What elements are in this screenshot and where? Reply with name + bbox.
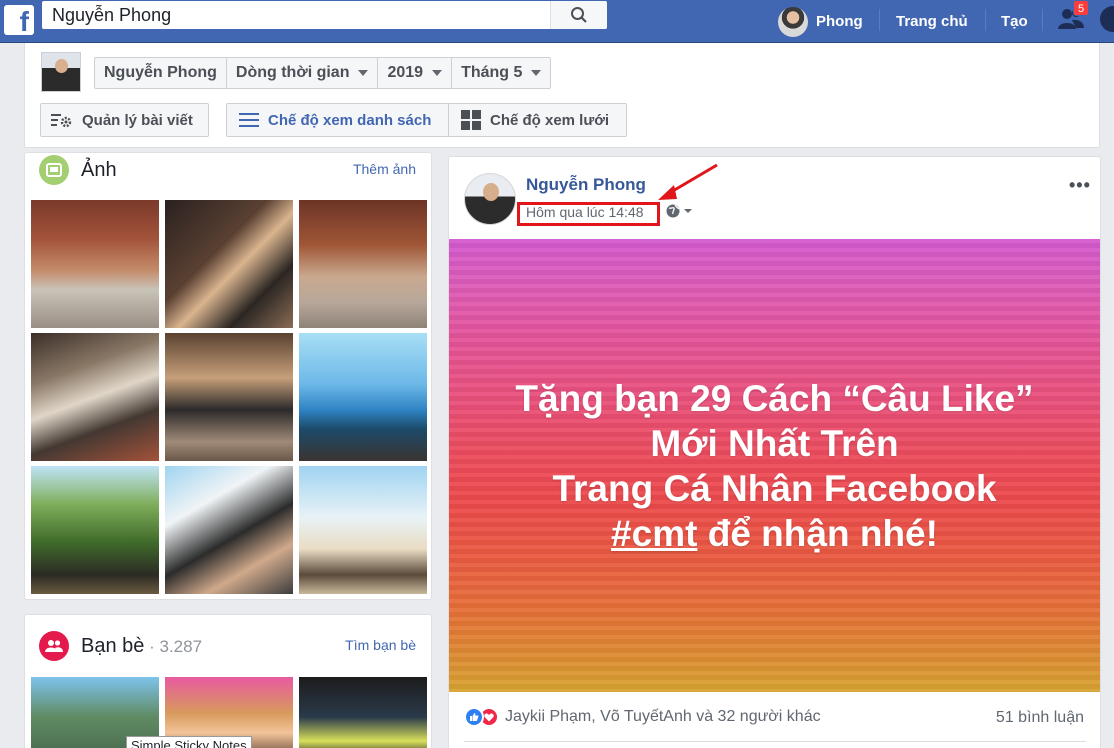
filter-month-dropdown[interactable]: Tháng 5 [452,58,550,88]
manage-settings-icon [51,114,72,128]
photo-thumbnail[interactable] [31,200,159,328]
photo-thumbnail[interactable] [299,333,427,461]
nav-divider [1042,9,1043,31]
photo-thumbnail[interactable] [165,200,293,328]
nav-profile-link[interactable]: Phong [778,0,863,43]
banner-line: Mới Nhất Trên [650,423,899,464]
avatar [778,6,808,37]
find-friends-link[interactable]: Tìm bạn bè [345,637,416,653]
search-input[interactable] [42,1,550,29]
comments-count-link[interactable]: 51 bình luận [996,709,1084,727]
reaction-icons [464,707,499,727]
friends-count: · 3.287 [144,636,203,656]
search-box [42,1,607,29]
more-options-icon[interactable]: ••• [1069,175,1091,196]
facebook-logo-icon[interactable]: f [4,5,34,35]
chevron-down-icon [531,70,542,76]
friend-photo[interactable] [299,677,427,748]
banner-line-end: để nhận nhé! [697,513,938,554]
tooltip: Simple Sticky Notes [126,736,252,748]
photos-card: Ảnh Thêm ảnh [24,152,432,600]
timeline-header: Nguyễn Phong Dòng thời gian 2019 Tháng 5… [24,43,1100,148]
globe-icon[interactable] [666,203,694,219]
friends-title-label: Bạn bè [81,634,145,657]
search-button[interactable] [550,1,607,29]
photos-icon [39,155,69,185]
messenger-icon[interactable] [1100,6,1114,32]
photo-thumbnail[interactable] [299,466,427,594]
nav-divider [879,9,880,31]
grid-view-label: Chế độ xem lưới [490,111,610,129]
filter-year-dropdown[interactable]: 2019 [378,58,453,88]
add-photos-link[interactable]: Thêm ảnh [353,161,416,177]
friends-icon [39,631,69,661]
photos-card-header: Ảnh [39,153,117,187]
filter-name[interactable]: Nguyễn Phong [95,58,227,88]
photo-thumbnail[interactable] [31,466,159,594]
grid-view-icon [461,110,481,130]
grid-view-button[interactable]: Chế độ xem lưới [448,103,627,137]
nav-create-link[interactable]: Tạo [1001,0,1028,43]
filter-timeline-dropdown[interactable]: Dòng thời gian [227,58,379,88]
nav-create-label: Tạo [1001,13,1028,30]
nav-home-link[interactable]: Trang chủ [896,0,968,43]
list-view-button[interactable]: Chế độ xem danh sách [226,103,449,137]
post-timestamp[interactable]: Hôm qua lúc 14:48 [526,204,644,220]
photo-thumbnail[interactable] [299,200,427,328]
filter-name-label: Nguyễn Phong [104,64,217,81]
profile-thumbnail[interactable] [41,52,81,92]
reactions-summary[interactable]: Jaykii Phạm, Võ TuyếtAnh và 32 người khá… [464,707,821,727]
photo-thumbnail[interactable] [31,333,159,461]
photo-thumbnail[interactable] [165,466,293,594]
banner-line: Trang Cá Nhân Facebook [552,468,997,509]
nav-divider [985,9,986,31]
notification-badge: 5 [1073,0,1089,16]
filter-month-label: Tháng 5 [461,64,523,81]
friends-card-header: Bạn bè · 3.287 [39,629,202,663]
nav-home-label: Trang chủ [896,13,968,30]
hashtag-link[interactable]: #cmt [611,513,697,554]
chevron-down-icon [432,70,443,76]
nav-profile-name: Phong [816,13,863,30]
like-reaction-icon [464,707,484,727]
annotation-arrow-icon [658,163,718,200]
post-banner[interactable]: Tặng bạn 29 Cách “Câu Like” Mới Nhất Trê… [449,239,1100,692]
filter-timeline-label: Dòng thời gian [235,64,350,81]
reactions-text: Jaykii Phạm, Võ TuyếtAnh và 32 người khá… [505,708,821,725]
list-view-icon [239,113,259,127]
post-author[interactable]: Nguyễn Phong [526,175,646,195]
photos-title[interactable]: Ảnh [81,159,117,182]
manage-posts-button[interactable]: Quản lý bài viết [40,103,209,137]
avatar[interactable] [464,173,516,225]
banner-line: Tặng bạn 29 Cách “Câu Like” [515,378,1034,419]
manage-posts-label: Quản lý bài viết [82,111,193,129]
list-view-label: Chế độ xem danh sách [268,111,432,129]
friends-title[interactable]: Bạn bè · 3.287 [81,635,202,658]
banner-text: Tặng bạn 29 Cách “Câu Like” Mới Nhất Trê… [449,376,1100,556]
friends-card: Bạn bè · 3.287 Tìm bạn bè [24,614,432,748]
top-navigation-bar: f Phong Trang chủ Tạo 5 [0,0,1114,43]
photo-thumbnail[interactable] [165,333,293,461]
timeline-filter-bar: Nguyễn Phong Dòng thời gian 2019 Tháng 5 [94,57,552,89]
chevron-down-icon [358,70,369,76]
post-card: Nguyễn Phong Hôm qua lúc 14:48 ••• Tặng … [448,156,1101,748]
banner-line-last: #cmt để nhận nhé! [449,511,1100,556]
divider [464,741,1086,742]
search-icon [571,7,587,23]
filter-year-label: 2019 [387,64,424,81]
photo-grid [31,200,427,594]
